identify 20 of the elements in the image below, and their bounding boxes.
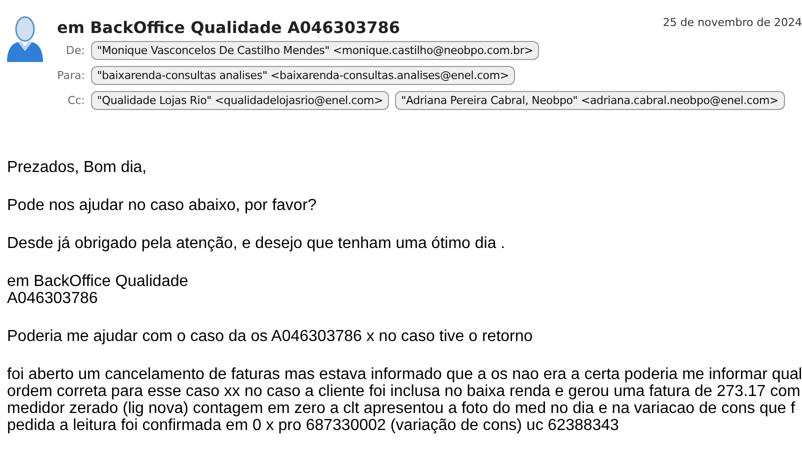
recipient-chip[interactable]: "baixarenda-consultas analises" <baixarenda-consultas.analises@enel.com> bbox=[91, 66, 515, 85]
recipient-chip[interactable]: "Adriana Pereira Cabral, Neobpo" <adriana.cabral.neobpo@enel.com> bbox=[395, 91, 785, 110]
body-text: Pode nos ajudar no caso abaixo, por favor? bbox=[7, 197, 317, 214]
recipient-chip[interactable]: "Monique Vasconcelos De Castilho Mendes" <monique.castilho@neobpo.com.br> bbox=[91, 41, 540, 60]
body-text: foi aberto um cancelamento de faturas mas estava informado que a os nao era a certa poderia me informar qual bbox=[7, 366, 802, 383]
field-label: De: bbox=[65, 44, 85, 57]
body-text: medidor zerado (lig nova) contagem em zero a clt apresentou a foto do med no dia e na variacao de cons que f bbox=[7, 400, 796, 417]
body-text: Desde já obrigado pela atenção, e desejo que tenham uma ótimo dia . bbox=[7, 235, 506, 252]
field-label: Cc: bbox=[66, 94, 85, 107]
field-label: Para: bbox=[57, 69, 85, 82]
recipient-chip[interactable]: "Qualidade Lojas Rio" <qualidadelojasrio@enel.com> bbox=[91, 91, 390, 110]
body-text: Poderia me ajudar com o caso da os A046303786 x no caso tive o retorno bbox=[7, 328, 533, 345]
body-text: A046303786 bbox=[7, 290, 98, 307]
body-text: em BackOffice Qualidade bbox=[7, 273, 188, 290]
message-date: 25 de novembro de 2024 bbox=[662, 16, 802, 29]
body-text: Prezados, Bom dia, bbox=[7, 159, 147, 176]
person-avatar-icon bbox=[5, 15, 45, 63]
message-subject: em BackOffice Qualidade A046303786 bbox=[57, 18, 400, 37]
body-text: ordem correta para esse caso xx no caso a cliente foi inclusa no baixa renda e gerou uma fatura de 273.17 com bbox=[7, 383, 800, 400]
body-text: pedida a leitura foi confirmada em 0 x pro 687330002 (variação de cons) uc 62388343 bbox=[7, 417, 619, 434]
